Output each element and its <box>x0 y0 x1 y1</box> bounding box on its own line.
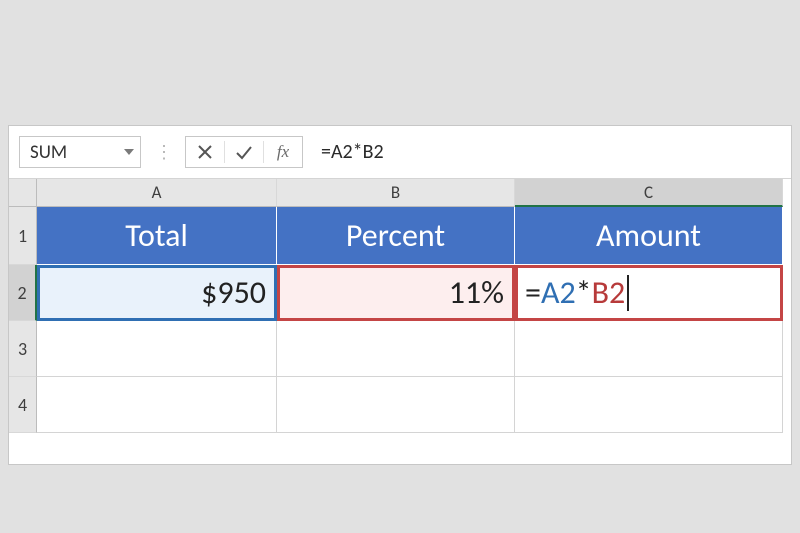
row-header-3[interactable]: 3 <box>9 321 37 377</box>
close-icon <box>197 144 213 160</box>
formula-part-eq: = <box>525 273 541 312</box>
formula-input[interactable]: =A2*B2 <box>317 140 781 164</box>
column-header-B[interactable]: B <box>277 179 515 207</box>
cell-C3[interactable] <box>515 321 783 377</box>
header-cell-C1[interactable]: Amount <box>515 207 783 265</box>
cell-A4[interactable] <box>37 377 277 433</box>
insert-function-button[interactable]: fx <box>264 137 302 167</box>
header-cell-B1[interactable]: Percent <box>277 207 515 265</box>
cell-B3[interactable] <box>277 321 515 377</box>
cell-A2[interactable]: $950 <box>37 265 277 321</box>
formula-bar-vertical-dots: ⋮ <box>155 141 171 163</box>
cell-C2[interactable]: =A2*B2 <box>515 265 783 321</box>
cancel-button[interactable] <box>186 137 224 167</box>
cell-B4[interactable] <box>277 377 515 433</box>
column-header-C[interactable]: C <box>515 179 783 207</box>
enter-button[interactable] <box>225 137 263 167</box>
formula-buttons: fx <box>185 136 303 168</box>
formula-part-ref2: B2 <box>592 273 626 312</box>
name-box-value: SUM <box>30 141 67 164</box>
check-icon <box>235 144 253 160</box>
formula-part-op: * <box>576 273 592 312</box>
name-box[interactable]: SUM <box>19 136 141 168</box>
cell-A3[interactable] <box>37 321 277 377</box>
row-header-1[interactable]: 1 <box>9 207 37 265</box>
spreadsheet-app: SUM ⋮ fx <box>8 125 792 465</box>
spreadsheet-grid: A B C 1 Total Percent Amount 2 $950 11% … <box>9 179 791 433</box>
row-header-4[interactable]: 4 <box>9 377 37 433</box>
header-cell-A1[interactable]: Total <box>37 207 277 265</box>
cell-C4[interactable] <box>515 377 783 433</box>
select-all-corner[interactable] <box>9 179 37 207</box>
formula-bar: SUM ⋮ fx <box>9 126 791 179</box>
column-header-A[interactable]: A <box>37 179 277 207</box>
formula-part-ref1: A2 <box>541 273 576 312</box>
text-caret <box>627 275 629 311</box>
row-header-2[interactable]: 2 <box>9 265 37 321</box>
chevron-down-icon[interactable] <box>124 149 134 155</box>
cell-B2[interactable]: 11% <box>277 265 515 321</box>
fx-icon: fx <box>277 142 289 162</box>
